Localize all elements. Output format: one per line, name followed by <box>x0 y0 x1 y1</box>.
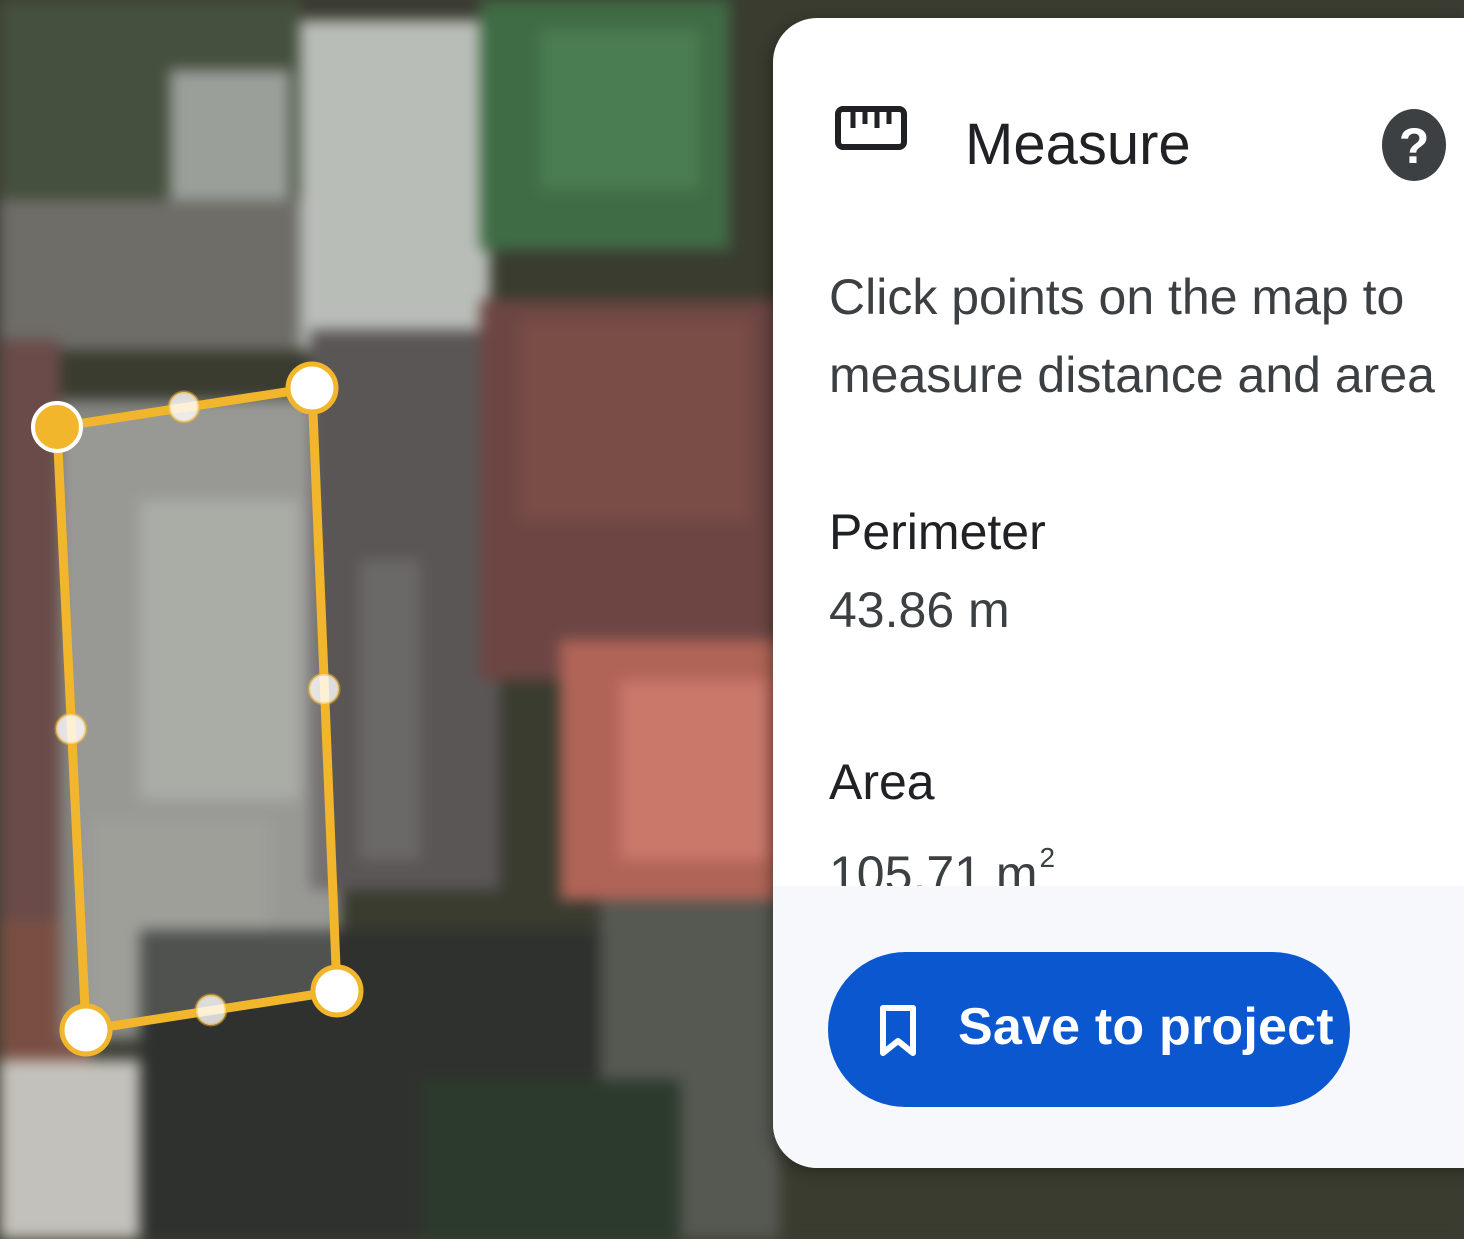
panel-title: Measure <box>965 112 1191 177</box>
save-button-label: Save to project <box>958 998 1334 1056</box>
instructions-text: Click points on the map to measure dista… <box>829 269 1435 403</box>
edge-midpoint-handle[interactable] <box>167 390 201 424</box>
edge-midpoint-handle[interactable] <box>54 712 88 746</box>
perimeter-value: 43.86 m <box>829 582 1010 638</box>
area-label: Area <box>829 754 935 810</box>
edge-midpoint-handle[interactable] <box>194 993 228 1027</box>
panel-header: Measure ? <box>773 18 1464 238</box>
perimeter-label: Perimeter <box>829 504 1046 560</box>
svg-text:?: ? <box>1399 118 1430 174</box>
polygon-vertex[interactable] <box>59 1003 113 1057</box>
measurement-polygon[interactable] <box>52 383 342 1035</box>
measure-panel: Measure ? Click points on the map to mea… <box>773 18 1464 1168</box>
polygon-vertex-active[interactable] <box>31 401 83 453</box>
polygon-vertex[interactable] <box>310 964 364 1018</box>
area-unit-superscript: 2 <box>1039 842 1056 873</box>
bookmark-icon <box>880 1005 916 1056</box>
save-to-project-button[interactable]: Save to project <box>828 952 1350 1107</box>
edge-midpoint-handle[interactable] <box>307 672 341 706</box>
help-icon[interactable]: ? <box>1381 108 1447 182</box>
polygon-vertex[interactable] <box>285 361 339 415</box>
ruler-icon <box>835 106 907 150</box>
panel-footer: Save to project <box>773 886 1464 1168</box>
map-measure-view: Measure ? Click points on the map to mea… <box>0 0 1464 1239</box>
